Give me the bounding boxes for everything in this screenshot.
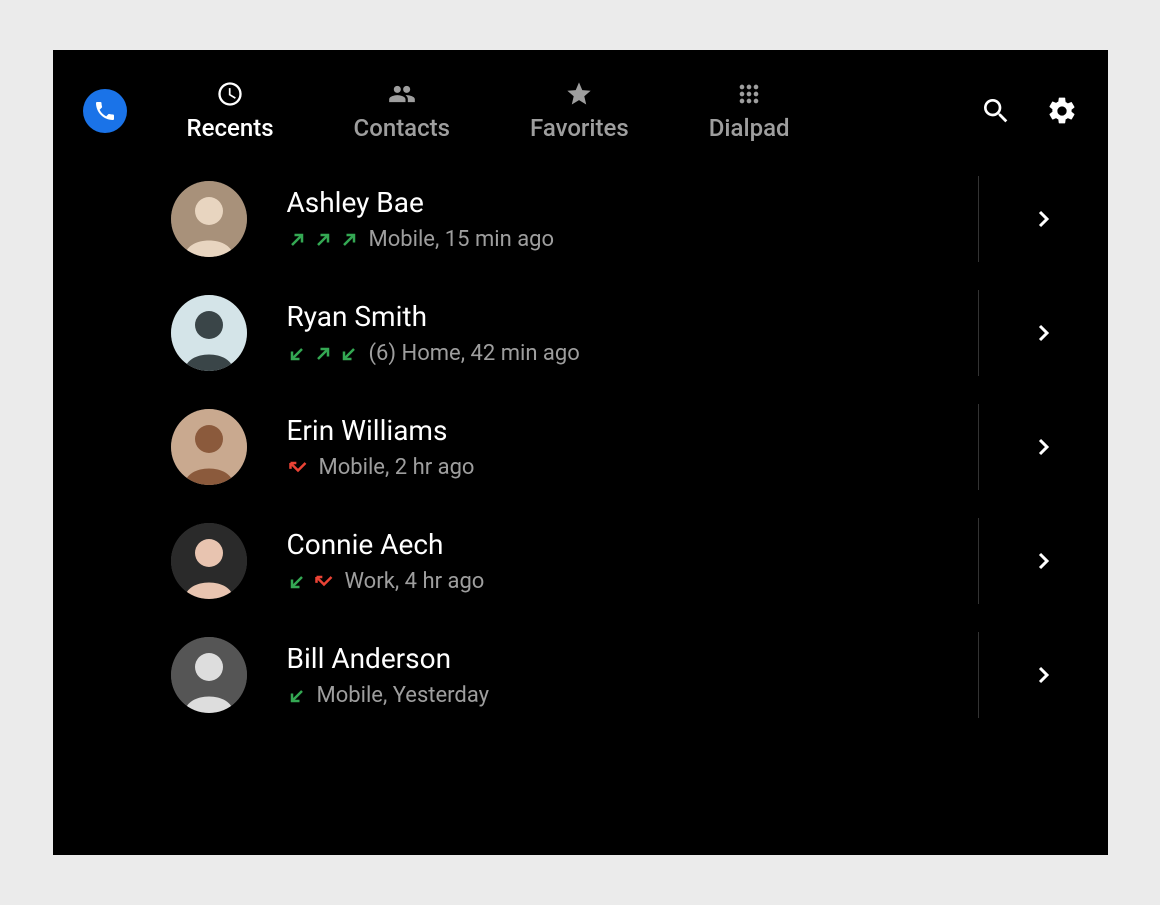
tab-recents[interactable]: Recents [187, 80, 274, 142]
detail-button[interactable] [978, 290, 1108, 376]
call-meta: Mobile, Yesterday [287, 683, 978, 708]
incoming-icon [339, 344, 359, 364]
missed-icon [287, 458, 309, 478]
tab-favorites[interactable]: Favorites [530, 80, 629, 142]
detail-button[interactable] [978, 176, 1108, 262]
dialer-app: Recents Contacts Favorites Dialpad [53, 50, 1108, 855]
people-icon [388, 80, 416, 108]
tab-label: Dialpad [709, 114, 790, 142]
call-row-main: Ashley Bae Mobile, 15 min ago [287, 186, 978, 252]
outgoing-icon [287, 230, 307, 250]
call-detail: Work, 4 hr ago [345, 569, 485, 594]
avatar [171, 523, 247, 599]
call-direction-icons [287, 572, 335, 592]
tab-label: Contacts [354, 114, 450, 142]
call-direction-icons [287, 458, 309, 478]
incoming-icon [287, 572, 307, 592]
outgoing-icon [339, 230, 359, 250]
recents-list: Ashley Bae Mobile, 15 min ago Ryan Smith… [53, 162, 1108, 732]
call-meta: Work, 4 hr ago [287, 569, 978, 594]
call-direction-icons [287, 686, 307, 706]
chevron-right-icon [1031, 321, 1055, 345]
avatar [171, 181, 247, 257]
star-icon [565, 80, 593, 108]
call-direction-icons [287, 344, 359, 364]
incoming-icon [287, 686, 307, 706]
top-bar: Recents Contacts Favorites Dialpad [53, 50, 1108, 162]
call-row-main: Ryan Smith (6) Home, 42 min ago [287, 300, 978, 366]
call-detail: Mobile, Yesterday [317, 683, 490, 708]
tabs: Recents Contacts Favorites Dialpad [187, 80, 790, 142]
call-meta: Mobile, 15 min ago [287, 227, 978, 252]
tab-label: Recents [187, 114, 274, 142]
call-detail: (6) Home, 42 min ago [369, 341, 580, 366]
clock-icon [216, 80, 244, 108]
call-meta: Mobile, 2 hr ago [287, 455, 978, 480]
contact-name: Bill Anderson [287, 642, 978, 675]
missed-icon [313, 572, 335, 592]
dialpad-icon [735, 80, 763, 108]
chevron-right-icon [1031, 207, 1055, 231]
call-row-main: Connie Aech Work, 4 hr ago [287, 528, 978, 594]
avatar [171, 295, 247, 371]
tab-label: Favorites [530, 114, 629, 142]
chevron-right-icon [1031, 435, 1055, 459]
phone-app-icon[interactable] [83, 89, 127, 133]
detail-button[interactable] [978, 404, 1108, 490]
outgoing-icon [313, 344, 333, 364]
detail-button[interactable] [978, 632, 1108, 718]
call-detail: Mobile, 15 min ago [369, 227, 555, 252]
avatar [171, 637, 247, 713]
search-icon[interactable] [980, 95, 1012, 127]
contact-name: Erin Williams [287, 414, 978, 447]
call-direction-icons [287, 230, 359, 250]
incoming-icon [287, 344, 307, 364]
tab-dialpad[interactable]: Dialpad [709, 80, 790, 142]
chevron-right-icon [1031, 663, 1055, 687]
phone-icon [93, 99, 117, 123]
contact-name: Connie Aech [287, 528, 978, 561]
contact-name: Ryan Smith [287, 300, 978, 333]
gear-icon[interactable] [1046, 95, 1078, 127]
call-row-main: Bill Anderson Mobile, Yesterday [287, 642, 978, 708]
call-row[interactable]: Erin Williams Mobile, 2 hr ago [171, 390, 1108, 504]
chevron-right-icon [1031, 549, 1055, 573]
outgoing-icon [313, 230, 333, 250]
avatar [171, 409, 247, 485]
call-row[interactable]: Connie Aech Work, 4 hr ago [171, 504, 1108, 618]
call-row[interactable]: Bill Anderson Mobile, Yesterday [171, 618, 1108, 732]
detail-button[interactable] [978, 518, 1108, 604]
call-meta: (6) Home, 42 min ago [287, 341, 978, 366]
call-row[interactable]: Ashley Bae Mobile, 15 min ago [171, 162, 1108, 276]
tab-contacts[interactable]: Contacts [354, 80, 450, 142]
call-row[interactable]: Ryan Smith (6) Home, 42 min ago [171, 276, 1108, 390]
call-detail: Mobile, 2 hr ago [319, 455, 475, 480]
contact-name: Ashley Bae [287, 186, 978, 219]
call-row-main: Erin Williams Mobile, 2 hr ago [287, 414, 978, 480]
